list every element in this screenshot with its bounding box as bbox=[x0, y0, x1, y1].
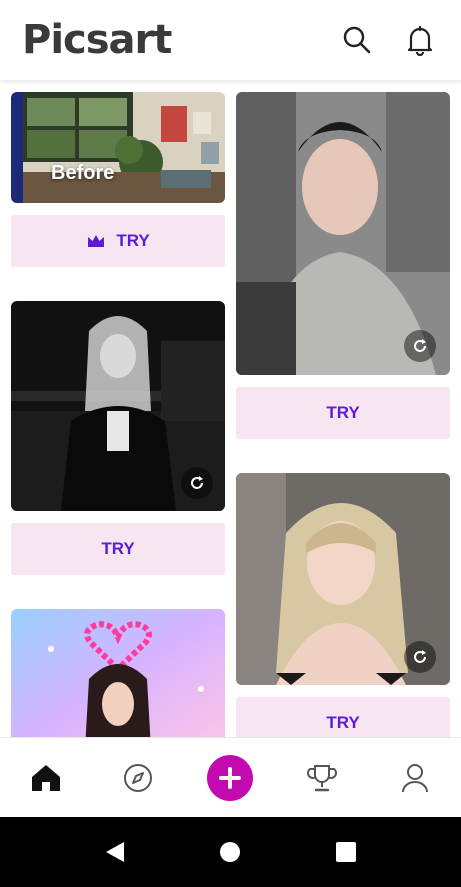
try-button[interactable]: TRY bbox=[236, 697, 450, 737]
nav-challenges[interactable] bbox=[292, 738, 352, 818]
back-triangle-icon bbox=[106, 842, 124, 862]
compass-icon bbox=[124, 764, 152, 792]
try-label: TRY bbox=[326, 403, 360, 422]
redo-badge[interactable] bbox=[404, 330, 436, 362]
notifications-button[interactable] bbox=[400, 20, 440, 60]
feed-grid[interactable]: Before TRY TRY TRY TRY bbox=[0, 80, 461, 737]
nav-home[interactable] bbox=[16, 738, 76, 818]
feed-card-image[interactable] bbox=[236, 92, 450, 375]
feed-card-image[interactable] bbox=[11, 609, 225, 737]
feed-card-image[interactable] bbox=[11, 301, 225, 511]
home-icon bbox=[32, 765, 60, 791]
try-label: TRY bbox=[101, 539, 135, 558]
feed-card-image[interactable]: Before bbox=[11, 92, 225, 203]
home-circle-icon bbox=[220, 842, 240, 862]
system-home-button[interactable] bbox=[210, 832, 250, 872]
recents-square-icon bbox=[336, 842, 356, 862]
room-before-photo bbox=[11, 92, 225, 203]
picsart-logo[interactable]: Picsart bbox=[22, 16, 172, 64]
system-recents-button[interactable] bbox=[326, 832, 366, 872]
plus-icon bbox=[207, 755, 253, 801]
try-button[interactable]: TRY bbox=[11, 215, 225, 267]
search-button[interactable] bbox=[337, 20, 377, 60]
redo-icon bbox=[414, 650, 426, 663]
pixel-heart-sticker-photo bbox=[11, 609, 225, 737]
system-back-button[interactable] bbox=[95, 832, 135, 872]
bell-icon bbox=[407, 25, 433, 56]
redo-icon bbox=[414, 339, 426, 352]
nav-create[interactable] bbox=[200, 738, 260, 818]
nav-profile[interactable] bbox=[385, 738, 445, 818]
system-navigation-bar bbox=[0, 817, 461, 887]
try-button[interactable]: TRY bbox=[11, 523, 225, 575]
feed-card-image[interactable] bbox=[236, 473, 450, 685]
nav-explore[interactable] bbox=[108, 738, 168, 818]
try-label: TRY bbox=[116, 231, 150, 250]
redo-badge[interactable] bbox=[404, 641, 436, 673]
try-button[interactable]: TRY bbox=[236, 387, 450, 439]
redo-icon bbox=[191, 476, 203, 489]
top-app-bar: Picsart bbox=[0, 0, 461, 80]
search-icon bbox=[343, 26, 371, 54]
crown-icon bbox=[88, 235, 105, 247]
trophy-icon bbox=[307, 765, 337, 792]
before-label: Before bbox=[51, 162, 115, 184]
bottom-navigation bbox=[0, 737, 461, 818]
person-icon bbox=[402, 764, 428, 793]
redo-badge[interactable] bbox=[181, 467, 213, 499]
try-label: TRY bbox=[326, 713, 360, 732]
